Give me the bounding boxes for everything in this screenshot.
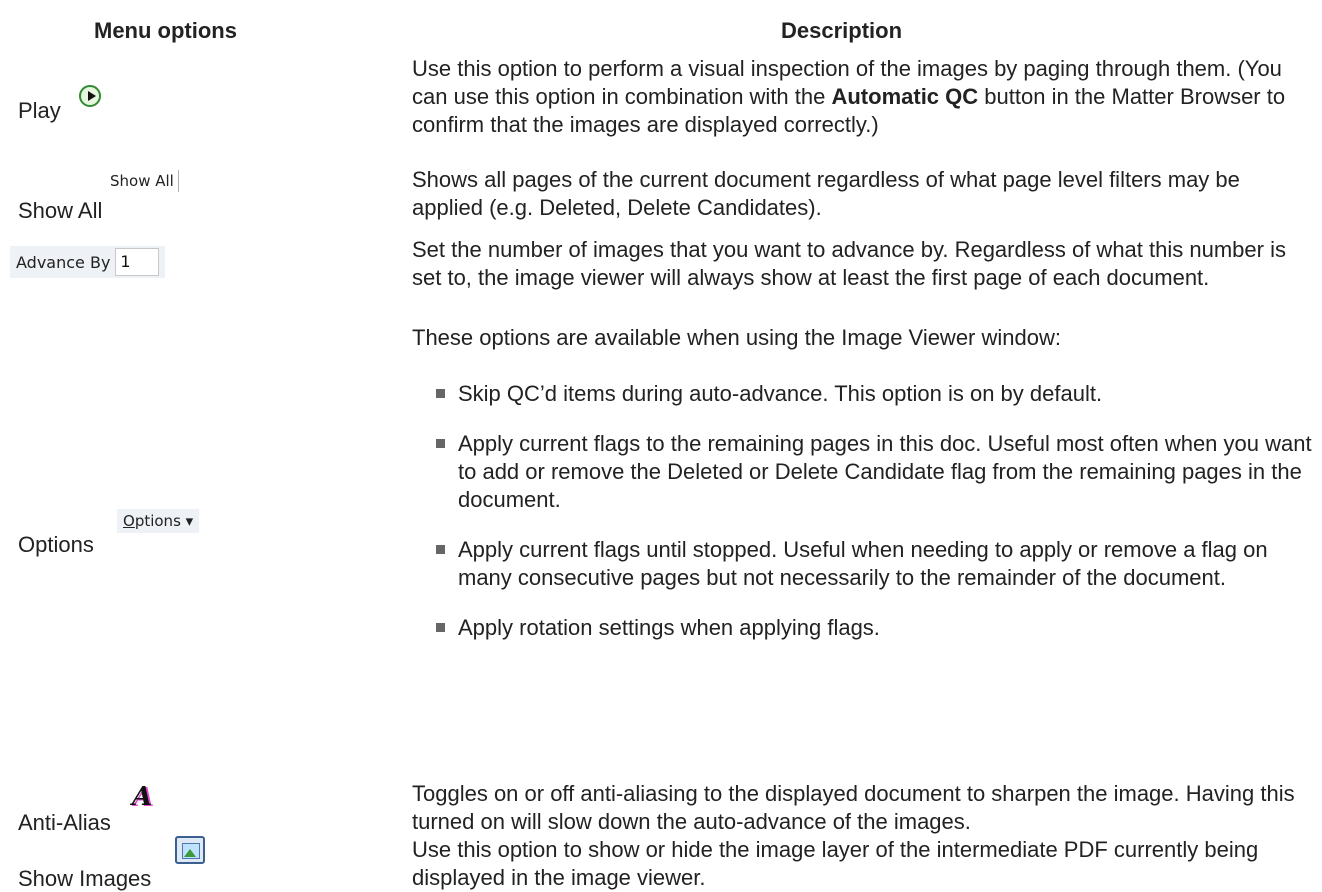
options-button-text: ptions xyxy=(134,512,181,530)
row-advance-by: Advance By 1 Set the number of images th… xyxy=(0,232,1322,322)
options-label: Options xyxy=(18,532,94,557)
anti-alias-label: Anti-Alias xyxy=(18,810,111,835)
description-header: Description xyxy=(781,18,903,43)
show-all-button: Show All xyxy=(106,170,179,192)
options-bullet: Apply current flags until stopped. Usefu… xyxy=(412,536,1312,592)
options-bullet: Apply rotation settings when applying fl… xyxy=(412,614,1312,642)
chevron-down-icon: ▾ xyxy=(185,512,194,530)
image-icon-mountain xyxy=(184,849,196,857)
automatic-qc-bold: Automatic QC xyxy=(831,84,979,109)
row-play: Play Use this option to perform a visual… xyxy=(0,54,1322,166)
image-icon xyxy=(175,836,205,864)
menu-cell-options: Options Options ▾ xyxy=(18,324,388,704)
options-dropdown-button: Options ▾ xyxy=(117,509,200,533)
row-show-images: Show Images Use this option to show or h… xyxy=(0,836,1322,892)
play-label: Play xyxy=(18,98,61,123)
menu-cell-advance-by: Advance By 1 xyxy=(10,232,388,322)
menu-cell-show-images: Show Images xyxy=(18,836,388,892)
advance-by-control: Advance By 1 xyxy=(10,246,166,278)
options-mnemonic: O xyxy=(123,512,135,530)
row-anti-alias: Anti-Alias A Toggles on or off anti-alia… xyxy=(0,780,1322,836)
row-show-all: Show All Show All Shows all pages of the… xyxy=(0,166,1322,236)
anti-alias-icon: A xyxy=(132,782,153,812)
options-bullet-list: Skip QC’d items during auto-advance. Thi… xyxy=(412,380,1312,642)
options-bullet: Skip QC’d items during auto-advance. Thi… xyxy=(412,380,1312,408)
advance-by-label: Advance By xyxy=(16,252,111,272)
anti-alias-description: Toggles on or off anti-aliasing to the d… xyxy=(412,781,1295,834)
show-all-label: Show All xyxy=(18,198,103,223)
show-images-description: Use this option to show or hide the imag… xyxy=(412,837,1259,890)
menu-cell-show-all: Show All Show All xyxy=(18,166,388,236)
advance-by-description: Set the number of images that you want t… xyxy=(412,237,1286,290)
menu-options-header: Menu options xyxy=(94,18,237,43)
play-description: Use this option to perform a visual insp… xyxy=(412,55,1312,139)
options-description: These options are available when using t… xyxy=(412,324,1312,642)
play-icon xyxy=(79,85,101,107)
show-images-label: Show Images xyxy=(18,866,152,891)
show-all-description: Shows all pages of the current document … xyxy=(412,167,1240,220)
advance-by-input: 1 xyxy=(115,248,160,276)
options-bullet: Apply current flags to the remaining pag… xyxy=(412,430,1312,514)
options-intro: These options are available when using t… xyxy=(412,325,1061,350)
row-options: Options Options ▾ These options are avai… xyxy=(0,324,1322,704)
menu-cell-anti-alias: Anti-Alias A xyxy=(18,780,388,836)
menu-options-table: Menu options Description Play Use this o… xyxy=(0,0,1322,892)
menu-cell-play: Play xyxy=(18,54,388,166)
